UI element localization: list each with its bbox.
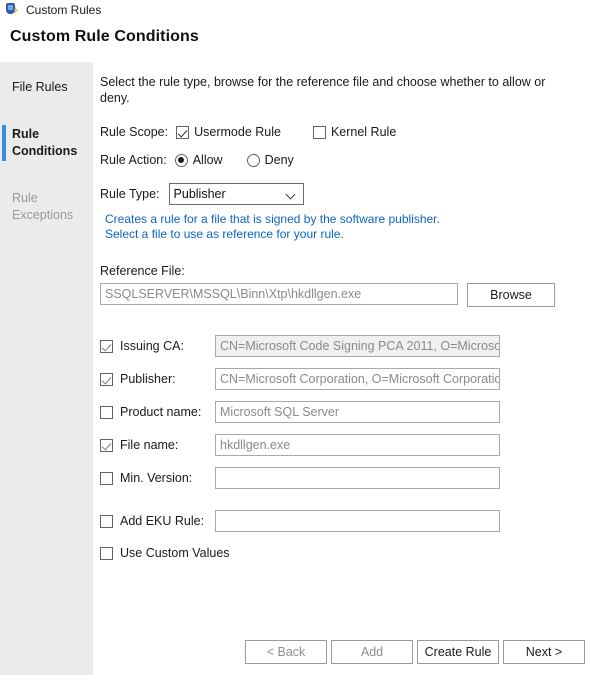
file-name-checkbox[interactable] xyxy=(100,438,113,452)
kernel-rule-label: Kernel Rule xyxy=(330,125,397,139)
rule-type-hint-line2: Select a file to use as reference for yo… xyxy=(105,227,344,241)
sidebar-item-label: Rule Exceptions xyxy=(12,191,74,222)
chevron-down-icon xyxy=(287,191,295,196)
allow-option[interactable]: Allow xyxy=(174,153,223,167)
wizard-button-bar: < Back Add Create Rule Next > xyxy=(0,640,592,664)
use-custom-values-row: Use Custom Values xyxy=(100,546,578,560)
sidebar-item-file-rules[interactable]: File Rules xyxy=(0,72,93,103)
usermode-rule-label: Usermode Rule xyxy=(194,125,281,139)
allow-radio[interactable] xyxy=(174,153,188,167)
window-title: Custom Rules xyxy=(26,3,102,17)
min-version-input[interactable] xyxy=(215,467,500,489)
rule-scope-label: Rule Scope: xyxy=(100,125,169,139)
usermode-rule-checkbox[interactable] xyxy=(176,125,190,139)
attribute-row-min-version: Min. Version: xyxy=(100,467,578,489)
browse-button[interactable]: Browse xyxy=(467,283,555,307)
allow-label: Allow xyxy=(192,153,223,167)
rule-type-row: Rule Type: Publisher xyxy=(100,183,578,205)
window-titlebar: Custom Rules xyxy=(0,0,592,20)
attribute-row-publisher: Publisher: CN=Microsoft Corporation, O=M… xyxy=(100,368,578,390)
publisher-checkbox[interactable] xyxy=(100,372,113,386)
reference-file-row: SSQLSERVER\MSSQL\Binn\Xtp\hkdllgen.exe B… xyxy=(100,283,578,307)
kernel-rule-option[interactable]: Kernel Rule xyxy=(312,125,397,139)
rule-type-value: Publisher xyxy=(173,187,226,201)
use-custom-values-label: Use Custom Values xyxy=(120,546,230,560)
issuing-ca-label: Issuing CA: xyxy=(120,339,184,353)
product-name-checkbox[interactable] xyxy=(100,405,113,419)
add-eku-rule-label: Add EKU Rule: xyxy=(120,514,205,528)
wizard-sidebar: File Rules Rule Conditions Rule Exceptio… xyxy=(0,62,93,675)
deny-radio[interactable] xyxy=(246,153,260,167)
product-name-input[interactable]: Microsoft SQL Server xyxy=(215,401,500,423)
sidebar-item-rule-exceptions: Rule Exceptions xyxy=(0,183,93,231)
publisher-label: Publisher: xyxy=(120,372,176,386)
sidebar-item-label: File Rules xyxy=(12,80,68,94)
file-name-input[interactable]: hkdllgen.exe xyxy=(215,434,500,456)
kernel-rule-checkbox[interactable] xyxy=(312,125,326,139)
next-button[interactable]: Next > xyxy=(503,640,585,664)
deny-option[interactable]: Deny xyxy=(246,153,294,167)
rule-type-label: Rule Type: xyxy=(100,187,160,201)
add-eku-rule-input[interactable] xyxy=(215,510,500,532)
back-button[interactable]: < Back xyxy=(245,640,327,664)
instruction-text: Select the rule type, browse for the ref… xyxy=(100,75,546,105)
file-name-label: File name: xyxy=(120,438,179,452)
use-custom-values-checkbox[interactable] xyxy=(100,546,113,560)
rule-scope-row: Rule Scope: Usermode Rule Kernel Rule xyxy=(100,125,578,139)
main-pane: Select the rule type, browse for the ref… xyxy=(93,62,592,675)
rule-type-hint: Creates a rule for a file that is signed… xyxy=(105,212,578,242)
rule-type-hint-line1: Creates a rule for a file that is signed… xyxy=(105,212,440,226)
issuing-ca-input[interactable]: CN=Microsoft Code Signing PCA 2011, O=Mi… xyxy=(215,335,500,357)
attribute-row-issuing-ca: Issuing CA: CN=Microsoft Code Signing PC… xyxy=(100,335,578,357)
rule-action-label: Rule Action: xyxy=(100,153,167,167)
min-version-label: Min. Version: xyxy=(120,471,193,485)
attribute-row-file-name: File name: hkdllgen.exe xyxy=(100,434,578,456)
product-name-label: Product name: xyxy=(120,405,202,419)
reference-file-input[interactable]: SSQLSERVER\MSSQL\Binn\Xtp\hkdllgen.exe xyxy=(100,283,458,305)
sidebar-item-label: Rule Conditions xyxy=(12,127,78,158)
page-title: Custom Rule Conditions xyxy=(10,28,199,45)
shield-app-icon xyxy=(4,2,20,18)
publisher-input[interactable]: CN=Microsoft Corporation, O=Microsoft Co… xyxy=(215,368,500,390)
min-version-checkbox[interactable] xyxy=(100,471,113,485)
issuing-ca-checkbox[interactable] xyxy=(100,339,113,353)
create-rule-button[interactable]: Create Rule xyxy=(417,640,499,664)
sidebar-item-rule-conditions[interactable]: Rule Conditions xyxy=(0,119,93,167)
deny-label: Deny xyxy=(264,153,294,167)
usermode-rule-option[interactable]: Usermode Rule xyxy=(176,125,281,139)
add-button[interactable]: Add xyxy=(331,640,413,664)
add-eku-rule-checkbox[interactable] xyxy=(100,514,113,528)
attribute-row-product-name: Product name: Microsoft SQL Server xyxy=(100,401,578,423)
attribute-row-eku: Add EKU Rule: xyxy=(100,510,578,532)
reference-file-label: Reference File: xyxy=(100,264,185,278)
page-content: File Rules Rule Conditions Rule Exceptio… xyxy=(0,62,592,675)
rule-type-select[interactable]: Publisher xyxy=(168,183,304,205)
rule-action-row: Rule Action: Allow Deny xyxy=(100,153,578,167)
